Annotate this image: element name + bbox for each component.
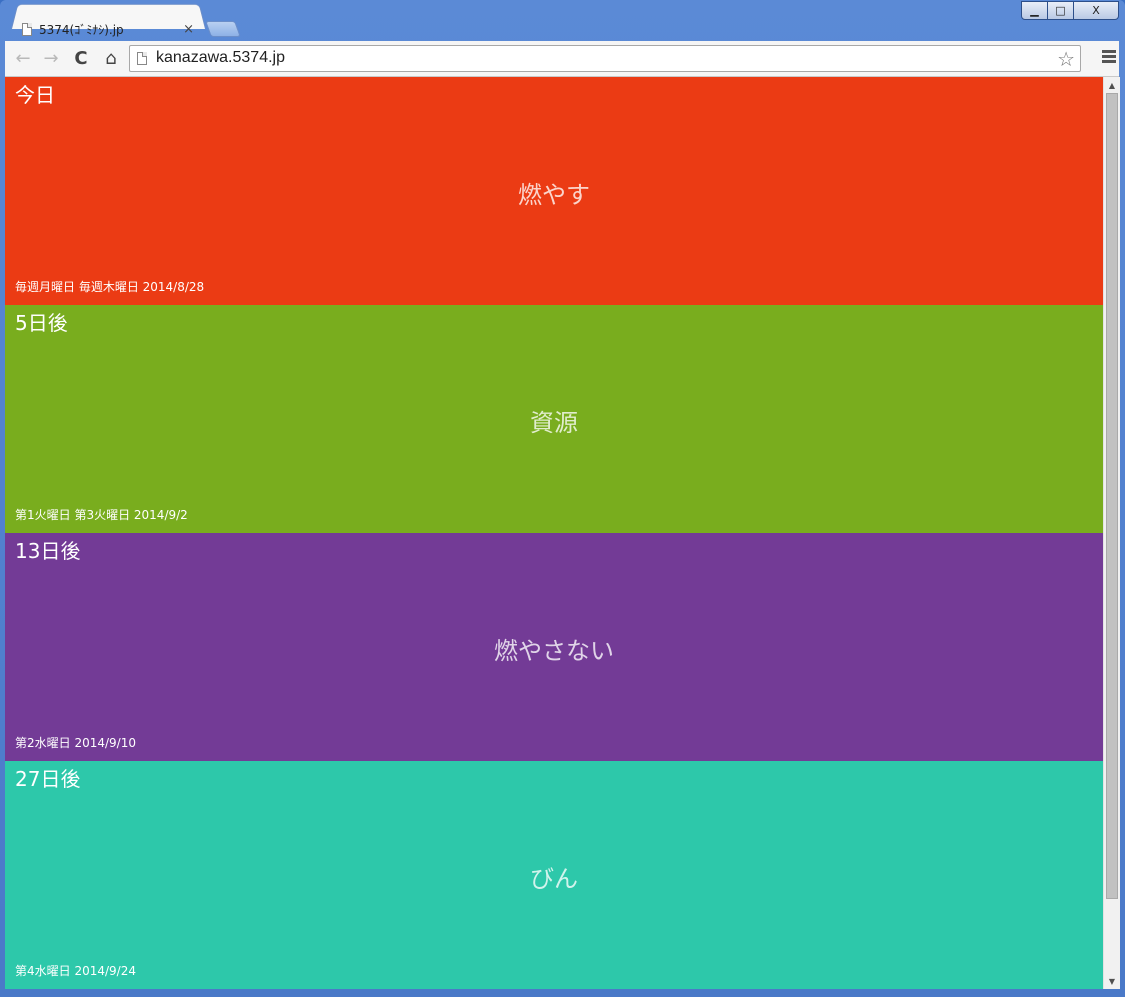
maximize-button[interactable]: □ [1047, 1, 1074, 20]
forward-arrow-icon[interactable]: → [40, 47, 62, 69]
url-text[interactable]: kanazawa.5374.jp [156, 49, 285, 67]
vertical-scrollbar[interactable]: ▲ ▼ [1103, 77, 1120, 989]
back-arrow-icon[interactable]: ← [12, 47, 34, 69]
tab-content[interactable]: 5374(ｺﾞﾐﾅｼ).jp × [22, 19, 198, 39]
garbage-type: 資源 [530, 409, 578, 437]
scroll-down-arrow-icon[interactable]: ▼ [1104, 973, 1120, 989]
page-content: 今日 燃やす 毎週月曜日 毎週木曜日 2014/8/28 5日後 資源 第1火曜… [5, 77, 1103, 989]
scroll-up-arrow-icon[interactable]: ▲ [1104, 77, 1120, 93]
days-until: 今日 [15, 83, 55, 107]
scrollbar-thumb[interactable] [1106, 93, 1118, 899]
garbage-card[interactable]: 13日後 燃やさない 第2水曜日 2014/9/10 [5, 533, 1103, 761]
close-window-button[interactable]: X [1073, 1, 1119, 20]
days-until: 13日後 [15, 539, 81, 563]
garbage-type: 燃やす [518, 181, 590, 209]
schedule-text: 第2水曜日 2014/9/10 [15, 736, 136, 750]
garbage-type: 燃やさない [494, 637, 614, 665]
home-icon[interactable]: ⌂ [100, 47, 122, 69]
minimize-button[interactable]: ▁ [1021, 1, 1048, 20]
menu-icon[interactable] [1102, 50, 1116, 65]
schedule-text: 毎週月曜日 毎週木曜日 2014/8/28 [15, 280, 205, 294]
schedule-text: 第4水曜日 2014/9/24 [15, 964, 136, 978]
reload-icon[interactable]: C [70, 47, 92, 69]
days-until: 5日後 [15, 311, 68, 335]
window-bottom-border [5, 989, 1119, 997]
garbage-type: びん [530, 865, 578, 893]
address-bar[interactable]: kanazawa.5374.jp ☆ [129, 45, 1081, 72]
page-icon [22, 22, 32, 36]
browser-toolbar: ← → C ⌂ kanazawa.5374.jp ☆ [5, 41, 1119, 77]
tab-title: 5374(ｺﾞﾐﾅｼ).jp [39, 22, 124, 37]
tab-close-icon[interactable]: × [183, 22, 194, 37]
browser-window: ▁ □ X 5374(ｺﾞﾐﾅｼ).jp × ← → C ⌂ kanazawa.… [0, 0, 1125, 997]
bookmark-star-icon[interactable]: ☆ [1057, 47, 1075, 71]
garbage-card[interactable]: 今日 燃やす 毎週月曜日 毎週木曜日 2014/8/28 [5, 77, 1103, 305]
schedule-text: 第1火曜日 第3火曜日 2014/9/2 [15, 508, 188, 522]
garbage-card[interactable]: 27日後 びん 第4水曜日 2014/9/24 [5, 761, 1103, 989]
window-controls: ▁ □ X [1021, 1, 1119, 20]
page-icon [137, 52, 147, 65]
garbage-card[interactable]: 5日後 資源 第1火曜日 第3火曜日 2014/9/2 [5, 305, 1103, 533]
new-tab-button[interactable] [205, 21, 241, 37]
days-until: 27日後 [15, 767, 81, 791]
